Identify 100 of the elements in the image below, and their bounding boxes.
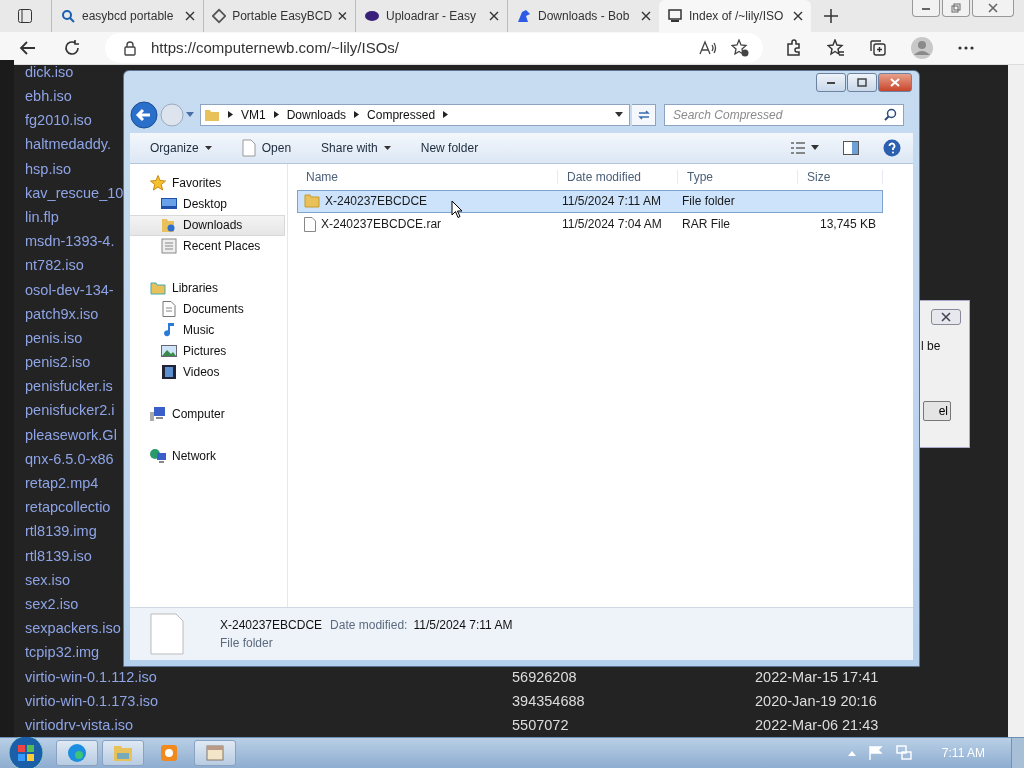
caret-icon[interactable] bbox=[615, 112, 623, 118]
close-icon bbox=[940, 311, 952, 322]
back-icon[interactable] bbox=[130, 100, 158, 129]
file-link[interactable]: msdn-1393-4. bbox=[25, 233, 115, 250]
caret-icon[interactable] bbox=[811, 145, 819, 151]
file-link[interactable]: virtiodrv-vista.iso bbox=[25, 716, 133, 733]
nav-item[interactable]: Downloads bbox=[130, 214, 285, 236]
file-size: 56926208 bbox=[512, 668, 577, 685]
toolbar-button[interactable]: Open bbox=[233, 138, 300, 157]
file-link[interactable]: sex.iso bbox=[25, 571, 71, 588]
nav-item[interactable]: Computer bbox=[130, 403, 287, 425]
folder-icon bbox=[161, 217, 177, 234]
back-icon[interactable] bbox=[19, 38, 37, 57]
search-icon bbox=[60, 8, 76, 24]
minimize-button[interactable] bbox=[816, 72, 846, 92]
collections-icon[interactable] bbox=[869, 38, 887, 57]
breadcrumb-item[interactable]: Compressed bbox=[367, 107, 436, 122]
breadcrumb-item[interactable]: Downloads bbox=[286, 107, 347, 122]
restore-button[interactable] bbox=[942, 0, 970, 17]
help-icon[interactable] bbox=[883, 138, 901, 157]
toolbar-button[interactable]: Share with bbox=[313, 140, 399, 155]
file-link[interactable]: penisfucker2.i bbox=[25, 402, 115, 419]
reload-icon[interactable] bbox=[63, 38, 81, 57]
nav-item[interactable]: Documents bbox=[130, 298, 287, 320]
nav-item[interactable]: Favorites bbox=[130, 172, 287, 194]
nav-item[interactable]: Videos bbox=[130, 361, 287, 383]
file-link[interactable]: osol-dev-134- bbox=[25, 281, 114, 298]
file-link[interactable]: qnx-6.5.0-x86 bbox=[25, 450, 114, 467]
star-add-icon[interactable] bbox=[731, 38, 749, 57]
address-field[interactable]: https://computernewb.com/~lily/ISOs/ bbox=[105, 32, 763, 63]
file-link[interactable]: penisfucker.is bbox=[25, 378, 113, 395]
file-link[interactable]: ebh.iso bbox=[25, 88, 72, 105]
scrollbar[interactable] bbox=[1008, 64, 1024, 737]
read-aloud-icon[interactable] bbox=[699, 39, 717, 56]
close-icon[interactable] bbox=[641, 11, 651, 21]
window-icon bbox=[206, 745, 224, 761]
tab-actions-icon[interactable] bbox=[17, 8, 33, 24]
file-link[interactable]: haltmedaddy. bbox=[25, 136, 111, 153]
close-button[interactable] bbox=[972, 0, 1014, 17]
dialog-button[interactable]: el bbox=[923, 400, 951, 421]
nav-item[interactable]: Libraries bbox=[130, 277, 287, 299]
file-link[interactable]: virtio-win-0.1.112.iso bbox=[25, 668, 157, 685]
toolbar-button[interactable]: New folder bbox=[412, 140, 487, 155]
close-icon[interactable] bbox=[185, 11, 195, 21]
column-header[interactable]: Type bbox=[678, 169, 798, 184]
close-button[interactable] bbox=[931, 308, 961, 325]
more-icon[interactable] bbox=[957, 44, 975, 51]
file-row[interactable]: X-240237EBCDCE.rar 11/5/2024 7:04 AM RAR File 13,745 KB bbox=[297, 212, 883, 236]
nav-item[interactable]: Music bbox=[130, 319, 287, 341]
file-link[interactable]: kav_rescue_10 bbox=[25, 184, 124, 201]
picture-icon bbox=[161, 343, 177, 360]
edge-icon bbox=[67, 743, 87, 763]
close-icon[interactable] bbox=[793, 11, 803, 21]
file-link[interactable]: penis.iso bbox=[25, 329, 83, 346]
folder-icon bbox=[113, 744, 133, 762]
column-header[interactable]: Name bbox=[297, 169, 558, 184]
star-icon bbox=[150, 175, 166, 192]
file-link[interactable]: hsp.iso bbox=[25, 160, 71, 177]
refresh-button[interactable] bbox=[632, 103, 656, 126]
taskbar-button[interactable] bbox=[56, 740, 98, 766]
nav-item[interactable]: Recent Places bbox=[130, 235, 287, 257]
file-link[interactable]: retap2.mp4 bbox=[25, 475, 99, 492]
minimize-button[interactable] bbox=[912, 0, 940, 17]
file-link[interactable]: rtl8139.iso bbox=[25, 547, 92, 564]
browser-tab[interactable]: Index of /~lily/ISO bbox=[659, 0, 811, 32]
close-icon[interactable] bbox=[338, 11, 347, 21]
close-icon[interactable] bbox=[489, 11, 499, 21]
preview-pane-icon[interactable] bbox=[843, 140, 859, 155]
file-link[interactable]: fg2010.iso bbox=[25, 112, 92, 129]
file-link[interactable]: dick.iso bbox=[25, 63, 74, 80]
nav-item[interactable]: Network bbox=[130, 445, 287, 467]
close-icon bbox=[890, 77, 900, 87]
file-link[interactable]: pleasework.Gl bbox=[25, 426, 117, 443]
puzzle-icon[interactable] bbox=[785, 38, 803, 57]
maximize-button[interactable] bbox=[847, 72, 877, 92]
toolbar-button[interactable]: Organize bbox=[142, 140, 220, 155]
column-header[interactable]: Size bbox=[798, 169, 883, 184]
search-field[interactable]: Search Compressed bbox=[664, 103, 904, 126]
close-button[interactable] bbox=[878, 72, 912, 92]
start-button[interactable] bbox=[8, 735, 44, 768]
file-link[interactable]: virtio-win-0.1.173.iso bbox=[25, 692, 158, 709]
nav-item[interactable]: Desktop bbox=[130, 193, 287, 215]
nav-item[interactable]: Pictures bbox=[130, 340, 287, 362]
favorites-icon[interactable] bbox=[827, 38, 845, 57]
breadcrumb-item[interactable]: VM1 bbox=[241, 107, 266, 122]
file-link[interactable]: lin.flp bbox=[25, 208, 59, 225]
file-link[interactable]: tcpip32.img bbox=[25, 644, 100, 661]
file-link[interactable]: sex2.iso bbox=[25, 595, 79, 612]
file-link[interactable]: patch9x.iso bbox=[25, 305, 99, 322]
file-link[interactable]: rtl8139.img bbox=[25, 523, 97, 540]
file-link[interactable]: nt782.iso bbox=[25, 257, 84, 274]
column-header[interactable]: Date modified bbox=[558, 169, 678, 184]
file-row[interactable]: X-240237EBCDCE 11/5/2024 7:11 AM File folder bbox=[297, 189, 883, 213]
new-tab-icon[interactable] bbox=[823, 8, 839, 24]
file-link[interactable]: retapcollectio bbox=[25, 499, 111, 516]
address-field[interactable]: VM1 Downloads Compressed bbox=[200, 103, 630, 126]
view-options-icon[interactable] bbox=[791, 141, 805, 154]
file-link[interactable]: sexpackers.iso bbox=[25, 620, 121, 637]
avatar-icon[interactable] bbox=[911, 36, 933, 59]
file-link[interactable]: penis2.iso bbox=[25, 354, 91, 371]
